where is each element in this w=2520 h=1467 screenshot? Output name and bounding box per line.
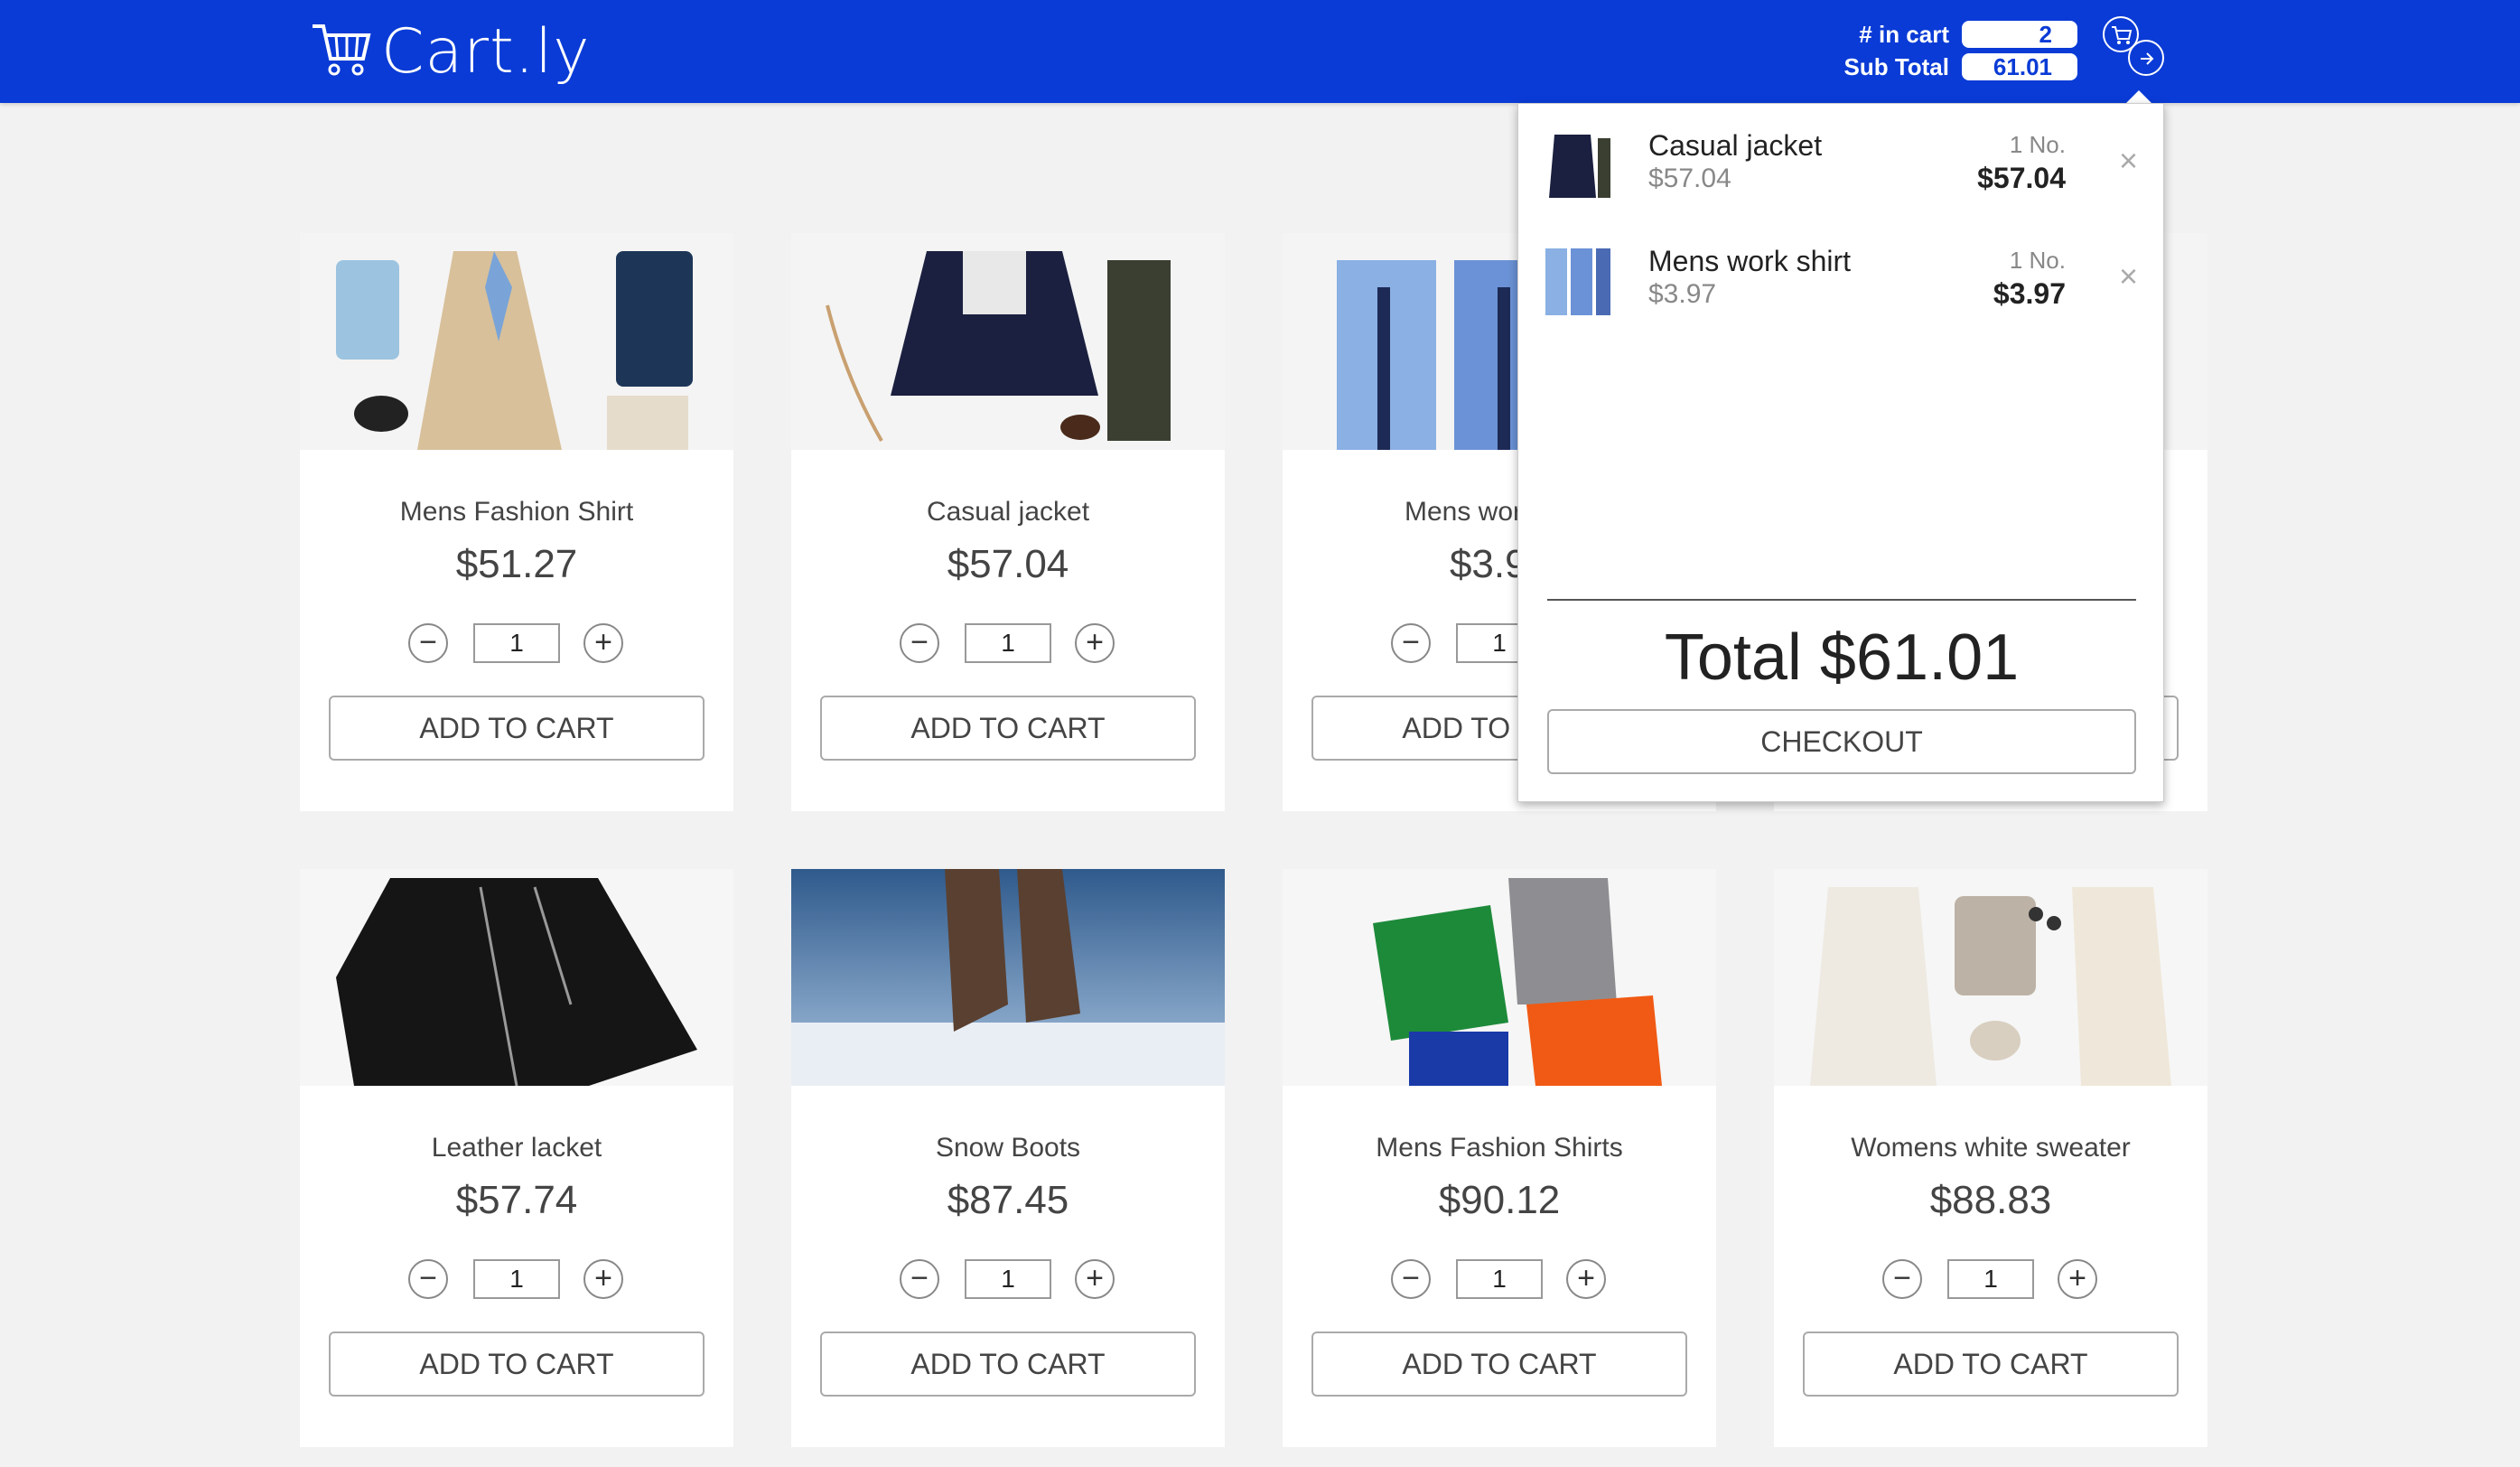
quantity-stepper: − 1 +	[1882, 1259, 2099, 1301]
logo-text: Cart.ly	[381, 15, 591, 88]
cart-logo-icon	[309, 17, 374, 87]
product-image[interactable]	[791, 869, 1225, 1086]
cart-item: Mens work shirt $3.97 1 No. $3.97 ×	[1518, 230, 2165, 330]
checkout-button[interactable]: CHECKOUT	[1547, 709, 2136, 774]
divider	[1547, 599, 2136, 601]
product-image[interactable]	[1774, 869, 2207, 1086]
product-name: Mens Fashion Shirts	[1376, 1133, 1623, 1163]
cart-item-thumbnail	[1536, 241, 1618, 322]
quantity-stepper: − 1 +	[408, 1259, 625, 1301]
product-price: $57.04	[947, 542, 1069, 586]
decrement-button[interactable]: −	[1391, 623, 1431, 663]
product-price: $57.74	[455, 1178, 578, 1222]
cart-dropdown: Casual jacket $57.04 1 No. $57.04 × Mens…	[1517, 103, 2164, 802]
quantity-stepper: − 1 +	[900, 1259, 1116, 1301]
dropdown-caret	[2126, 90, 2151, 103]
product-card: Mens Fashion Shirt $51.27 − 1 + ADD TO C…	[300, 233, 733, 811]
decrement-button[interactable]: −	[408, 623, 448, 663]
quantity-input[interactable]: 1	[473, 1259, 560, 1299]
quantity-input[interactable]: 1	[473, 623, 560, 663]
cart-item-line-total: $57.04	[1977, 162, 2066, 194]
add-to-cart-button[interactable]: ADD TO CART	[329, 1332, 705, 1397]
decrement-button[interactable]: −	[1391, 1259, 1431, 1299]
add-to-cart-button[interactable]: ADD TO CART	[820, 1332, 1196, 1397]
quantity-input[interactable]: 1	[1456, 1259, 1543, 1299]
increment-button[interactable]: +	[2058, 1259, 2097, 1299]
product-name: Womens white sweater	[1851, 1133, 2131, 1163]
cart-item-qty: 1 No.	[2009, 247, 2066, 274]
top-header: Cart.ly # in cart 2 Sub Total 61.01	[0, 0, 2520, 103]
add-to-cart-button[interactable]: ADD TO CART	[820, 696, 1196, 761]
product-card: Womens white sweater $88.83 − 1 + ADD TO…	[1774, 869, 2207, 1447]
cart-item-unit-price: $57.04	[1648, 164, 1731, 193]
quantity-input[interactable]: 1	[965, 1259, 1051, 1299]
product-price: $87.45	[947, 1178, 1069, 1222]
add-to-cart-button[interactable]: ADD TO CART	[1311, 1332, 1687, 1397]
product-card: Casual jacket $57.04 − 1 + ADD TO CART	[791, 233, 1225, 811]
product-name: Mens Fashion Shirt	[399, 497, 634, 527]
in-cart-count: 2	[1962, 21, 2077, 48]
cart-summary: # in cart 2 Sub Total 61.01	[1806, 18, 2077, 83]
arrow-right-icon[interactable]	[2128, 40, 2164, 76]
decrement-button[interactable]: −	[408, 1259, 448, 1299]
increment-button[interactable]: +	[1566, 1259, 1606, 1299]
product-card: Snow Boots $87.45 − 1 + ADD TO CART	[791, 869, 1225, 1447]
cart-item-name: Casual jacket	[1648, 129, 1823, 162]
add-to-cart-button[interactable]: ADD TO CART	[1803, 1332, 2179, 1397]
cart-item-line-total: $3.97	[1993, 277, 2066, 310]
decrement-button[interactable]: −	[1882, 1259, 1922, 1299]
remove-item-icon[interactable]: ×	[2119, 142, 2138, 180]
cart-item-thumbnail	[1536, 126, 1618, 207]
product-image[interactable]	[791, 233, 1225, 450]
product-card: Leather lacket $57.74 − 1 + ADD TO CART	[300, 869, 733, 1447]
product-image[interactable]	[300, 233, 733, 450]
quantity-input[interactable]: 1	[965, 623, 1051, 663]
decrement-button[interactable]: −	[900, 1259, 939, 1299]
quantity-stepper: − 1 +	[408, 623, 625, 665]
decrement-button[interactable]: −	[900, 623, 939, 663]
cart-item-unit-price: $3.97	[1648, 279, 1717, 309]
product-price: $88.83	[1929, 1178, 2052, 1222]
add-to-cart-button[interactable]: ADD TO CART	[329, 696, 705, 761]
product-card: Mens Fashion Shirts $90.12 − 1 + ADD TO …	[1283, 869, 1716, 1447]
cart-item-qty: 1 No.	[2009, 131, 2066, 158]
quantity-stepper: − 1 +	[900, 623, 1116, 665]
in-cart-label: # in cart	[1859, 20, 1949, 48]
product-name: Snow Boots	[935, 1133, 1081, 1163]
cart-item: Casual jacket $57.04 1 No. $57.04 ×	[1518, 115, 2165, 214]
remove-item-icon[interactable]: ×	[2119, 257, 2138, 295]
subtotal-label: Sub Total	[1843, 52, 1949, 80]
increment-button[interactable]: +	[1075, 623, 1115, 663]
logo[interactable]: Cart.ly	[309, 13, 591, 90]
increment-button[interactable]: +	[583, 623, 623, 663]
cart-item-name: Mens work shirt	[1648, 245, 1852, 277]
product-name: Leather lacket	[431, 1133, 602, 1163]
quantity-input[interactable]: 1	[1947, 1259, 2034, 1299]
increment-button[interactable]: +	[583, 1259, 623, 1299]
product-price: $90.12	[1438, 1178, 1561, 1222]
product-image[interactable]	[1283, 869, 1716, 1086]
quantity-stepper: − 1 +	[1391, 1259, 1608, 1301]
increment-button[interactable]: +	[1075, 1259, 1115, 1299]
product-image[interactable]	[300, 869, 733, 1086]
product-name: Casual jacket	[926, 497, 1090, 527]
subtotal-value: 61.01	[1962, 53, 2077, 80]
product-price: $51.27	[455, 542, 578, 586]
cart-total: Total $61.01	[1664, 621, 2020, 694]
